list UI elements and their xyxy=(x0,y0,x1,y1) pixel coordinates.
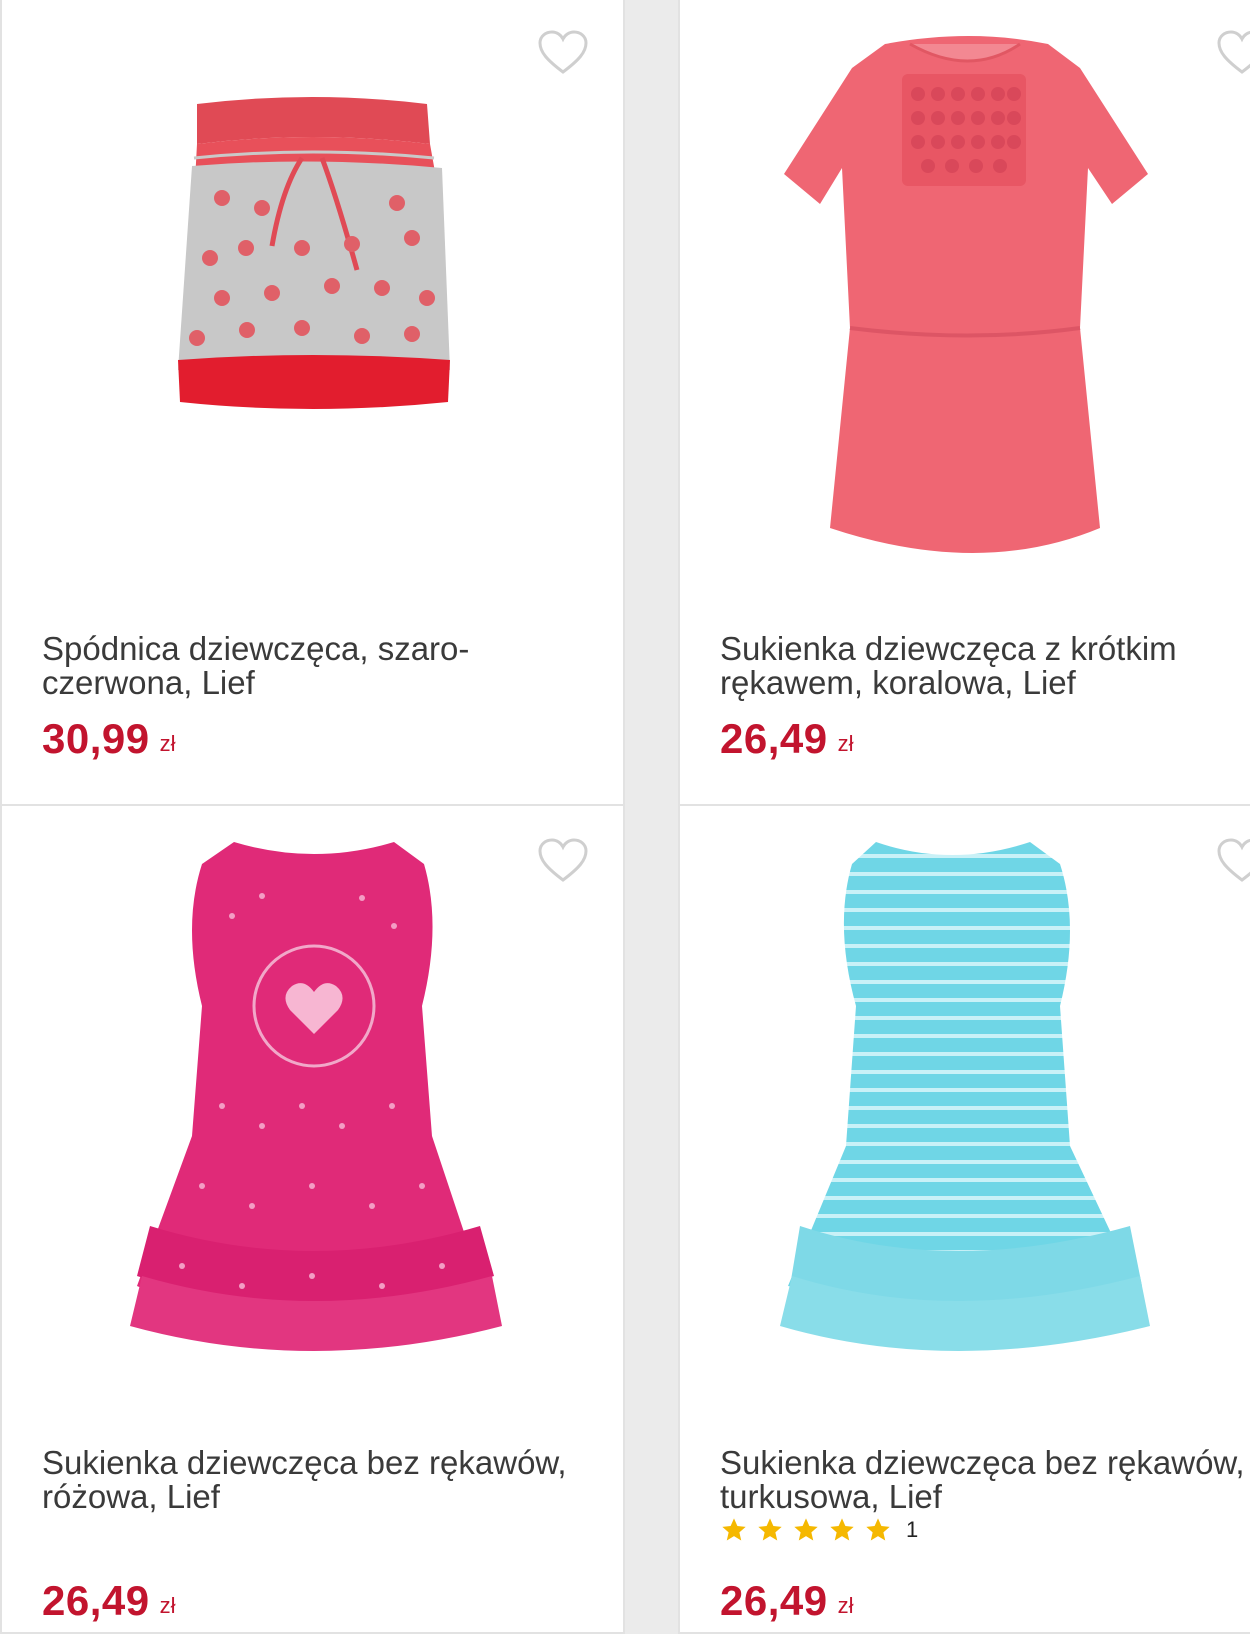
price-value: 30,99 xyxy=(42,715,150,762)
product-image[interactable] xyxy=(680,0,1250,598)
product-image[interactable] xyxy=(2,0,623,598)
product-price: 26,49 zł xyxy=(720,1580,854,1629)
product-image[interactable] xyxy=(680,806,1250,1406)
product-image[interactable] xyxy=(2,806,623,1406)
price-currency: zł xyxy=(837,1593,854,1618)
product-title[interactable]: Sukienka dziewczęca z krótkim rękawem, k… xyxy=(720,632,1250,700)
star-icon xyxy=(866,1518,890,1541)
product-price: 30,99 zł xyxy=(42,718,176,767)
dress-icon xyxy=(130,842,502,1351)
product-title[interactable]: Sukienka dziewczęca bez rękawów, różowa,… xyxy=(42,1446,602,1514)
star-icon xyxy=(830,1518,854,1541)
star-icon xyxy=(758,1518,782,1541)
price-currency: zł xyxy=(837,731,854,756)
product-card[interactable]: Sukienka dziewczęca bez rękawów, turkuso… xyxy=(678,804,1250,1634)
dress-icon xyxy=(780,842,1150,1351)
skirt-icon xyxy=(178,97,450,409)
product-title[interactable]: Spódnica dziewczęca, szaro-czerwona, Lie… xyxy=(42,632,602,700)
price-value: 26,49 xyxy=(720,1577,828,1624)
product-price: 26,49 zł xyxy=(42,1580,176,1629)
price-currency: zł xyxy=(159,1593,176,1618)
product-grid: Spódnica dziewczęca, szaro-czerwona, Lie… xyxy=(0,0,1250,1634)
product-card[interactable]: Spódnica dziewczęca, szaro-czerwona, Lie… xyxy=(0,0,625,806)
product-card[interactable]: Sukienka dziewczęca bez rękawów, różowa,… xyxy=(0,804,625,1634)
dress-icon xyxy=(784,36,1148,553)
product-card[interactable]: Sukienka dziewczęca z krótkim rękawem, k… xyxy=(678,0,1250,806)
product-title[interactable]: Sukienka dziewczęca bez rękawów, turkuso… xyxy=(720,1446,1250,1514)
price-currency: zł xyxy=(159,731,176,756)
product-price: 26,49 zł xyxy=(720,718,854,767)
price-value: 26,49 xyxy=(720,715,828,762)
price-value: 26,49 xyxy=(42,1577,150,1624)
rating: 1 xyxy=(720,1514,918,1546)
rating-count: 1 xyxy=(906,1517,919,1542)
star-icon xyxy=(794,1518,818,1541)
star-icon xyxy=(722,1518,746,1541)
